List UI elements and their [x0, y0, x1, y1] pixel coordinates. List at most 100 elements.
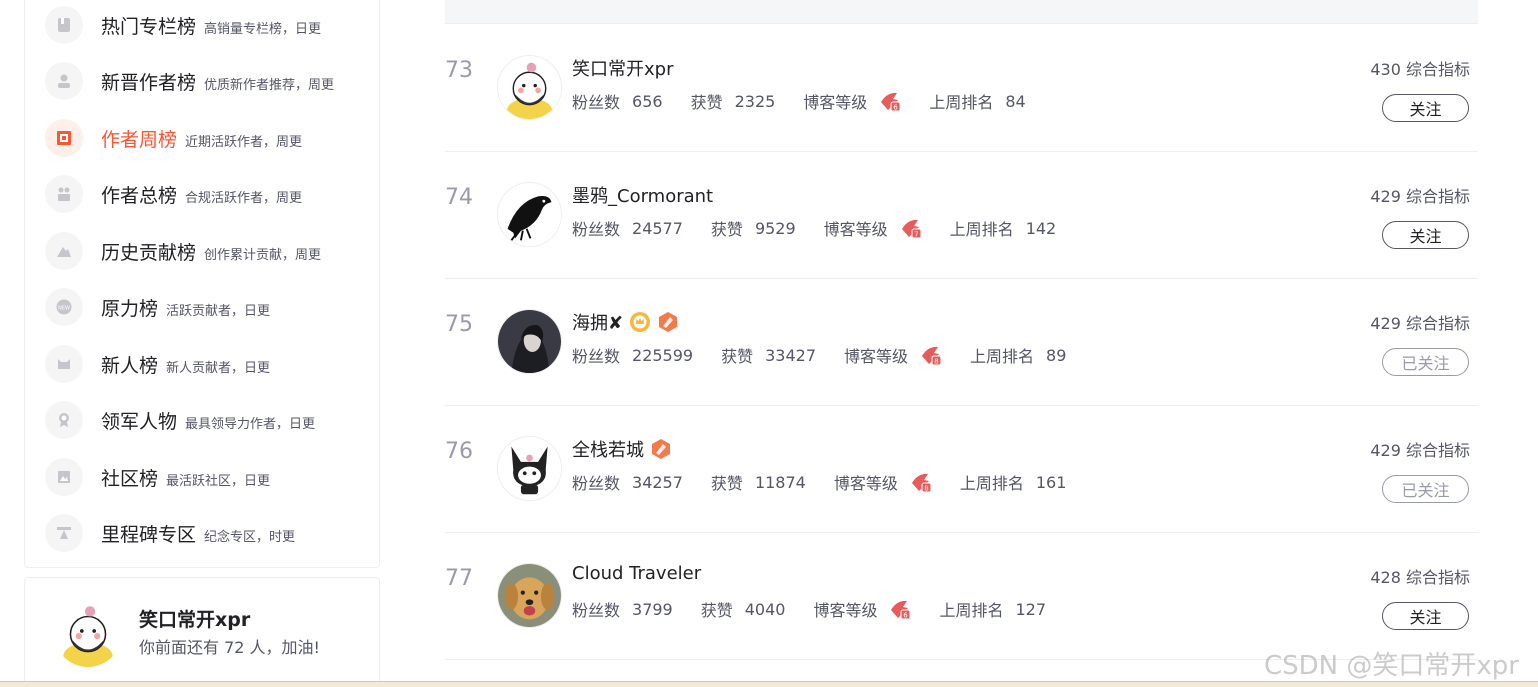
blog-level-icon: 6 — [891, 600, 911, 620]
last-rank-label: 上周排名 — [949, 220, 1014, 239]
new-author-icon — [45, 62, 83, 100]
fans-label: 粉丝数 — [572, 220, 621, 239]
sidebar-item-milestone[interactable]: 里程碑专区 纪念专区，时更 — [45, 513, 375, 553]
score-value: 429 — [1370, 441, 1401, 460]
followed-button[interactable]: 已关注 — [1382, 475, 1469, 503]
score-label: 综合指标 — [1405, 60, 1470, 79]
score-label: 综合指标 — [1405, 314, 1470, 333]
followed-button[interactable]: 已关注 — [1382, 348, 1469, 376]
fans-count: 34257 — [632, 472, 683, 492]
level-label: 博客等级 — [803, 93, 868, 112]
follow-button[interactable]: 关注 — [1382, 602, 1469, 630]
rank-number: 74 — [445, 185, 473, 210]
username-link[interactable]: Cloud Traveler — [572, 563, 701, 584]
svg-text:8: 8 — [934, 358, 938, 366]
user-stats: 粉丝数 225599 获赞 33427 博客等级 8 上周排名 89 — [572, 343, 1094, 367]
avatar[interactable] — [54, 599, 122, 667]
score-value: 428 — [1370, 568, 1401, 587]
sidebar-item-title: 里程碑专区 — [101, 523, 197, 546]
score-label: 综合指标 — [1405, 568, 1470, 587]
sidebar-item-desc: 活跃贡献者，日更 — [166, 303, 271, 319]
last-rank-label: 上周排名 — [959, 474, 1024, 493]
likes-count: 2325 — [734, 91, 776, 111]
rank-number: 77 — [445, 566, 473, 591]
username-link[interactable]: 全栈若城 — [572, 436, 672, 462]
sidebar-item-title: 领军人物 — [101, 410, 178, 433]
expert-badge-icon — [652, 439, 670, 459]
username: 笑口常开xpr — [572, 59, 674, 80]
user-stats: 粉丝数 3799 获赞 4040 博客等级 6 上周排名 127 — [572, 597, 1074, 621]
avatar[interactable] — [497, 182, 562, 247]
sidebar-item-newcomer[interactable]: 新人榜 新人贡献者，日更 — [45, 344, 375, 384]
last-rank-value: 127 — [1015, 599, 1047, 619]
sidebar-item-desc: 优质新作者推荐，周更 — [204, 77, 335, 93]
sidebar-item-title: 新晋作者榜 — [101, 71, 197, 94]
column-icon — [45, 6, 83, 44]
blog-level-icon: 7 — [901, 219, 922, 239]
avatar[interactable] — [497, 309, 562, 374]
svg-text:7: 7 — [914, 231, 918, 239]
user-stats: 粉丝数 34257 获赞 11874 博客等级 8 上周排名 161 — [572, 470, 1094, 494]
avatar[interactable] — [497, 55, 562, 120]
fans-count: 225599 — [632, 345, 694, 365]
fans-count: 656 — [632, 91, 663, 111]
last-rank-label: 上周排名 — [929, 93, 994, 112]
score-label: 综合指标 — [1405, 187, 1470, 206]
likes-count: 4040 — [744, 599, 786, 619]
svg-text:6: 6 — [904, 612, 909, 620]
sidebar-item-title: 热门专栏榜 — [101, 15, 197, 38]
table-row: 76 全栈若城 粉丝数 34257 获赞 11874 博客等级 8 上周排名 1… — [445, 406, 1478, 533]
sidebar-item-leader[interactable]: 领军人物 最具领导力作者，日更 — [45, 400, 375, 440]
expert-badge-icon — [659, 312, 678, 332]
sidebar-item-desc: 合规活跃作者，周更 — [185, 190, 303, 206]
last-rank-label: 上周排名 — [939, 601, 1004, 620]
sidebar-item-author-week[interactable]: 作者周榜 近期活跃作者，周更 — [45, 118, 375, 158]
username-link[interactable]: 笑口常开xpr — [572, 55, 673, 81]
fans-count: 24577 — [632, 218, 683, 238]
sidebar-item-history[interactable]: 历史贡献榜 创作累计贡献，周更 — [45, 231, 375, 271]
username-link[interactable]: 海拥✘ — [572, 309, 679, 335]
medal-icon — [45, 401, 83, 439]
svg-text:NEW: NEW — [58, 306, 70, 312]
table-row: 74 墨鸦_Cormorant 粉丝数 24577 获赞 9529 博客等级 7… — [445, 152, 1478, 279]
sidebar-item-new-author[interactable]: 新晋作者榜 优质新作者推荐，周更 — [45, 61, 375, 101]
sidebar-item-desc: 最具领导力作者，日更 — [185, 416, 316, 432]
score-label: 综合指标 — [1405, 441, 1470, 460]
likes-label: 获赞 — [700, 601, 733, 620]
avatar[interactable] — [497, 436, 562, 501]
follow-button[interactable]: 关注 — [1382, 94, 1469, 122]
watermark: CSDN @笑口常开xpr — [1264, 651, 1519, 681]
follow-button[interactable]: 关注 — [1382, 221, 1469, 249]
sidebar-item-author-total[interactable]: 作者总榜 合规活跃作者，周更 — [45, 174, 375, 214]
username-link[interactable]: 墨鸦_Cormorant — [572, 182, 713, 208]
last-rank-value: 84 — [1005, 91, 1026, 111]
bottom-bar — [0, 681, 1538, 687]
fans-label: 粉丝数 — [572, 93, 621, 112]
sidebar-item-community[interactable]: 社区榜 最活跃社区，日更 — [45, 457, 375, 497]
likes-count: 11874 — [754, 472, 806, 492]
my-rank-message: 你前面还有 72 人，加油! — [139, 638, 320, 657]
sidebar-item-title: 历史贡献榜 — [101, 241, 197, 264]
avatar[interactable] — [497, 563, 562, 628]
score: 429 综合指标 — [1370, 310, 1470, 334]
sidebar-item-force[interactable]: NEW 原力榜 活跃贡献者，日更 — [45, 287, 375, 327]
new-badge-icon: NEW — [45, 288, 83, 326]
score: 429 综合指标 — [1370, 183, 1470, 207]
my-username: 笑口常开xpr — [139, 609, 251, 631]
list-header — [445, 0, 1478, 24]
likes-count: 33427 — [765, 345, 817, 365]
sidebar-item-hot-column[interactable]: 热门专栏榜 高销量专栏榜，日更 — [45, 5, 375, 45]
fans-count: 3799 — [632, 599, 673, 619]
last-rank-value: 142 — [1025, 218, 1057, 238]
last-rank-value: 89 — [1046, 345, 1067, 365]
rank-number: 76 — [445, 439, 473, 464]
last-rank-label: 上周排名 — [970, 347, 1035, 366]
ranking-sidebar: 热门专栏榜 高销量专栏榜，日更 新晋作者榜 优质新作者推荐，周更 作者周榜 近期… — [24, 0, 380, 568]
last-rank-value: 161 — [1035, 472, 1067, 492]
user-stats: 粉丝数 656 获赞 2325 博客等级 6 上周排名 84 — [572, 89, 1054, 113]
likes-label: 获赞 — [721, 347, 754, 366]
sidebar-item-desc: 最活跃社区，日更 — [166, 473, 271, 489]
table-row: 77 Cloud Traveler 粉丝数 3799 获赞 4040 博客等级 … — [445, 533, 1478, 660]
level-label: 博客等级 — [813, 601, 878, 620]
sidebar-item-title: 原力榜 — [101, 297, 159, 320]
